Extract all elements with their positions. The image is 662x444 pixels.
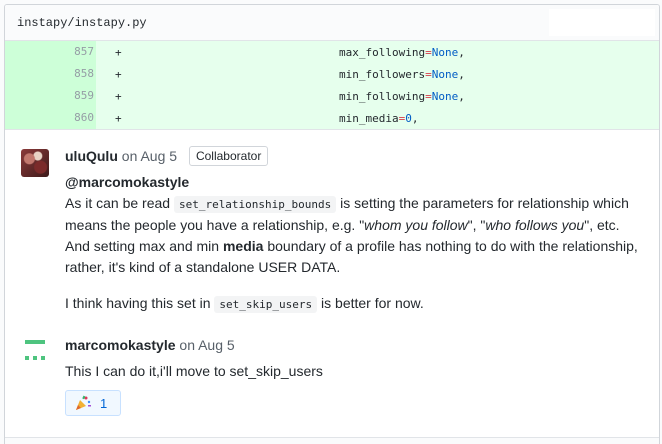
- file-header-actions: [549, 9, 655, 36]
- line-number[interactable]: 860: [5, 107, 96, 129]
- comment-header: uluQulu on Aug 5 Collaborator: [65, 146, 269, 166]
- comment-date[interactable]: on Aug 5: [179, 337, 234, 353]
- code-line: min_media=0,: [339, 112, 419, 125]
- comment-body: This I can do it,i'll move to set_skip_u…: [65, 363, 323, 379]
- file-diff-container: instapy/instapy.py 857 + max_following=N…: [4, 4, 660, 444]
- reaction-button[interactable]: 1: [65, 390, 121, 416]
- diff-line: 859 + min_following=None,: [5, 85, 659, 107]
- identicon-block: [25, 356, 29, 360]
- collaborator-badge: Collaborator: [188, 146, 269, 166]
- identicon-block: [41, 356, 45, 360]
- added-marker: +: [115, 68, 122, 81]
- identicon-block: [25, 340, 45, 344]
- code-line: max_following=None,: [339, 46, 465, 59]
- inline-code: set_relationship_bounds: [173, 196, 337, 213]
- added-marker: +: [115, 112, 122, 125]
- review-comments-thread: uluQulu on Aug 5 Collaborator @marcomoka…: [5, 129, 659, 440]
- file-path[interactable]: instapy/instapy.py: [17, 16, 147, 30]
- comment-author[interactable]: uluQulu: [65, 148, 118, 164]
- comment-paragraph: I think having this set in set_skip_user…: [65, 295, 424, 313]
- diff-line: 858 + min_followers=None,: [5, 63, 659, 85]
- added-marker: +: [115, 46, 122, 59]
- line-number[interactable]: 858: [5, 63, 96, 85]
- mention-link[interactable]: @marcomokastyle: [65, 172, 645, 193]
- code-line: min_following=None,: [339, 90, 465, 103]
- file-header: instapy/instapy.py: [5, 5, 659, 41]
- avatar[interactable]: [21, 149, 49, 177]
- line-number[interactable]: 859: [5, 85, 96, 107]
- inline-code: set_skip_users: [214, 296, 318, 313]
- identicon-block: [33, 356, 37, 360]
- comment-date[interactable]: on Aug 5: [122, 148, 177, 164]
- reaction-count: 1: [100, 395, 108, 411]
- line-number[interactable]: 857: [5, 41, 96, 63]
- comment-author[interactable]: marcomokastyle: [65, 337, 176, 353]
- diff-line: 857 + max_following=None,: [5, 41, 659, 63]
- diff-line: 860 + min_media=0,: [5, 107, 659, 129]
- code-line: min_followers=None,: [339, 68, 465, 81]
- comment-header: marcomokastyle on Aug 5: [65, 335, 235, 355]
- diff-table: 857 + max_following=None, 858 + min_foll…: [5, 41, 659, 129]
- comment-body: @marcomokastyle As it can be read set_re…: [65, 172, 645, 315]
- comment-paragraph: As it can be read set_relationship_bound…: [65, 195, 638, 275]
- avatar[interactable]: [21, 336, 49, 364]
- added-marker: +: [115, 90, 122, 103]
- tada-icon: [76, 395, 91, 410]
